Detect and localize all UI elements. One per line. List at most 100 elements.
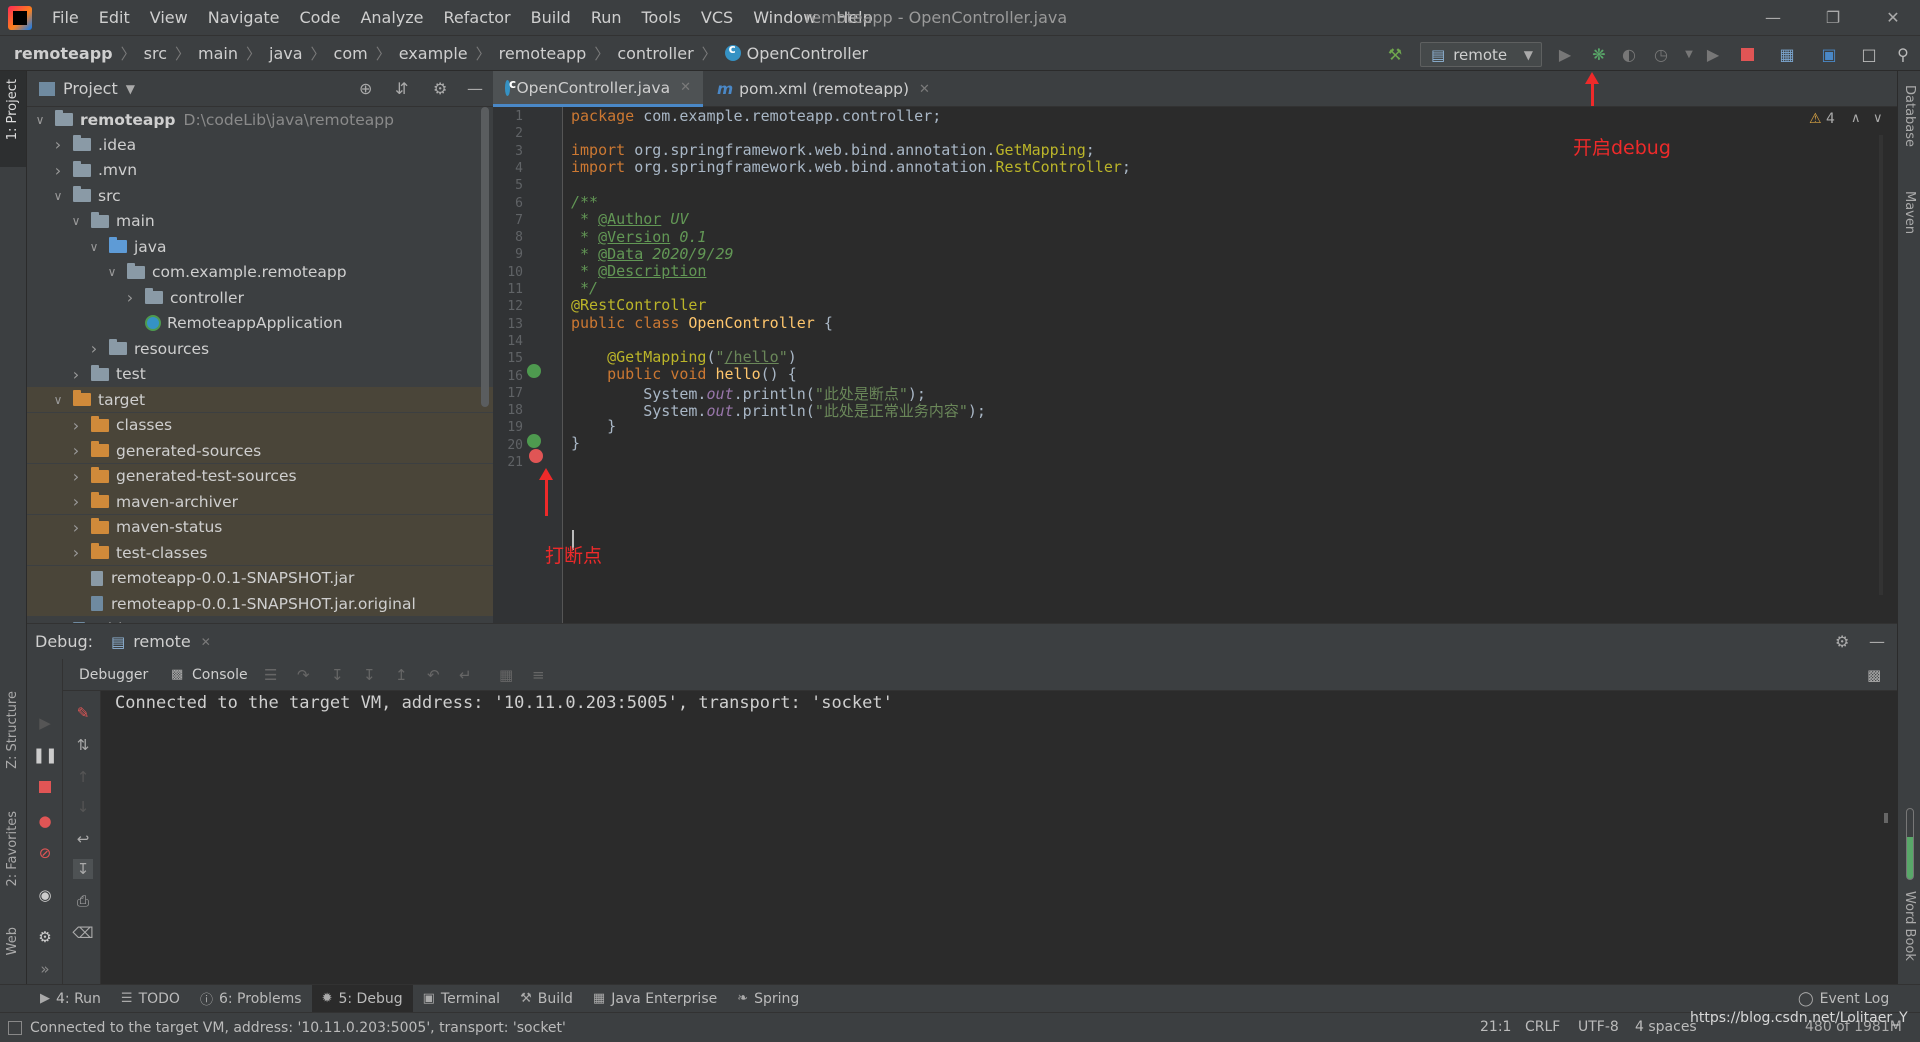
menu-navigate[interactable]: Navigate <box>198 0 290 35</box>
pause-icon[interactable]: ❚❚ <box>32 745 57 765</box>
chevron-down-icon[interactable]: ∨ <box>87 240 101 254</box>
chevron-down-icon[interactable]: ▼ <box>126 82 135 96</box>
breakpoint-icon[interactable] <box>529 449 543 463</box>
hammer-icon[interactable]: ⚒ <box>1384 44 1406 64</box>
chevron-right-icon[interactable]: › <box>123 288 137 307</box>
tree-item[interactable]: › maven-archiver <box>27 489 493 514</box>
chevron-down-icon[interactable]: ∨ <box>69 214 83 228</box>
chevron-right-icon[interactable]: › <box>51 161 65 180</box>
tab-project[interactable]: 1: Project <box>5 79 20 140</box>
evaluate-icon[interactable]: ▦ <box>499 666 513 684</box>
force-step-into-icon[interactable]: ↧ <box>363 666 376 684</box>
chevron-right-icon[interactable]: › <box>87 339 101 358</box>
tool-window-spring[interactable]: ❧ Spring <box>727 985 809 1013</box>
chevron-right-icon[interactable]: › <box>69 441 83 460</box>
chevron-up-icon[interactable]: ∧ <box>1851 111 1861 126</box>
step-out-icon[interactable]: ↥ <box>395 666 408 684</box>
tab-web[interactable]: Web <box>5 927 20 955</box>
tab-maven[interactable]: Maven <box>1902 191 1917 234</box>
tree-item[interactable]: RemoteappApplication <box>27 311 493 336</box>
trace-icon[interactable]: ≡ <box>532 666 545 684</box>
tree-item[interactable]: ∨ src <box>27 183 493 208</box>
tool-window-5-debug[interactable]: ✹ 5: Debug <box>311 984 413 1013</box>
toggle-panels-icon[interactable] <box>8 1020 22 1035</box>
chevron-right-icon[interactable]: › <box>69 467 83 486</box>
gear-icon[interactable]: ⚙ <box>1835 632 1849 651</box>
close-icon[interactable]: ✕ <box>1870 0 1916 35</box>
step-over-icon[interactable]: ↷ <box>297 666 310 684</box>
spring-bean-icon[interactable] <box>527 364 541 378</box>
event-log-button[interactable]: ◯ Event Log <box>1798 985 1889 1013</box>
spring-mapping-icon[interactable] <box>527 434 541 448</box>
translate-icon[interactable]: ▣ <box>1818 44 1840 64</box>
step-into-icon[interactable]: ↧ <box>331 666 344 684</box>
menu-edit[interactable]: Edit <box>89 0 140 35</box>
console-output[interactable]: Connected to the target VM, address: '10… <box>101 691 1897 984</box>
tree-root[interactable]: ∨ remoteapp D:\codeLib\java\remoteapp <box>27 107 493 132</box>
debug-icon[interactable]: ❋ <box>1588 44 1610 64</box>
tree-item[interactable]: › resources <box>27 336 493 361</box>
locate-icon[interactable]: ⊕ <box>359 79 372 98</box>
tree-item[interactable]: › .idea <box>27 132 493 157</box>
chevron-right-icon[interactable]: › <box>69 518 83 537</box>
breadcrumb-item[interactable]: java <box>269 44 303 63</box>
mute-breakpoints-icon[interactable]: ⊘ <box>35 843 55 863</box>
tab-database[interactable]: Database <box>1902 85 1917 147</box>
gear-icon[interactable]: ⚙ <box>35 927 55 947</box>
collapse-all-icon[interactable]: ⇵ <box>395 79 408 98</box>
debug-session-tab[interactable]: remote <box>133 632 191 651</box>
tool-window-terminal[interactable]: ▣ Terminal <box>413 985 510 1013</box>
menu-run[interactable]: Run <box>581 0 632 35</box>
gear-icon[interactable]: ⚙ <box>433 79 447 98</box>
tree-item[interactable]: remoteapp-0.0.1-SNAPSHOT.jar <box>27 565 493 591</box>
drop-frame-icon[interactable]: ↶ <box>427 666 440 684</box>
resume-icon[interactable]: ▶ <box>35 713 55 733</box>
chevron-down-icon[interactable]: ∨ <box>1873 111 1883 126</box>
trash-icon[interactable]: ⌫ <box>72 923 93 943</box>
menu-icon[interactable]: ☰ <box>264 666 277 684</box>
chevron-down-icon[interactable]: ∨ <box>51 189 65 203</box>
breadcrumb-item[interactable]: controller <box>617 44 693 63</box>
more-icon[interactable]: » <box>35 959 55 979</box>
tool-window-todo[interactable]: ☰ TODO <box>111 985 190 1013</box>
close-tab-icon[interactable]: ✕ <box>919 82 930 97</box>
chevron-right-icon[interactable]: › <box>69 543 83 562</box>
view-breakpoints-icon[interactable]: ● <box>35 811 55 831</box>
profile-icon[interactable]: ◷ <box>1650 44 1672 64</box>
tree-scrollbar[interactable] <box>481 107 489 407</box>
tree-item[interactable]: › test-classes <box>27 540 493 565</box>
tree-item[interactable]: › .mvn <box>27 158 493 183</box>
breadcrumb-item[interactable]: main <box>198 44 238 63</box>
tab-word-book[interactable]: Word Book <box>1902 891 1917 961</box>
run-small-icon[interactable]: ▶ <box>1702 44 1724 64</box>
stop-icon[interactable] <box>35 777 55 797</box>
console-scrollbar[interactable] <box>1884 813 1888 823</box>
tree-item[interactable]: remoteapp-0.0.1-SNAPSHOT.jar.original <box>27 591 493 616</box>
menu-view[interactable]: View <box>140 0 198 35</box>
breadcrumb-item[interactable]: com <box>334 44 368 63</box>
close-icon[interactable]: ✕ <box>201 635 211 649</box>
tool-window-6-problems[interactable]: ⓘ 6: Problems <box>190 985 312 1013</box>
tree-item[interactable]: › controller <box>27 285 493 310</box>
menu-code[interactable]: Code <box>290 0 351 35</box>
tab-open-controller[interactable]: OpenController.java ✕ <box>493 71 703 107</box>
tree-item[interactable]: › generated-test-sources <box>27 463 493 489</box>
chevron-right-icon[interactable]: › <box>69 492 83 511</box>
print-icon[interactable]: ⎙ <box>73 891 93 911</box>
chevron-down-icon[interactable]: ∨ <box>33 113 47 127</box>
close-tab-icon[interactable]: ✕ <box>680 80 691 95</box>
warning-icon[interactable]: ⚠ 4 <box>1809 111 1835 127</box>
tree-item[interactable]: › test <box>27 362 493 387</box>
tree-item[interactable]: ∨ com.example.remoteapp <box>27 260 493 285</box>
tree-item[interactable]: › classes <box>27 412 493 438</box>
breadcrumb-item[interactable]: example <box>399 44 468 63</box>
profile-dropdown-icon[interactable]: ▼ <box>1678 44 1700 64</box>
chevron-down-icon[interactable]: ∨ <box>105 265 119 279</box>
camera-icon[interactable]: ◉ <box>35 885 55 905</box>
editor-scrollbar[interactable] <box>1879 135 1883 595</box>
restore-layout-icon[interactable]: ▩ <box>1867 666 1881 684</box>
scroll-to-end-icon[interactable]: ↧ <box>73 859 93 879</box>
tree-item[interactable]: ∨ java <box>27 234 493 259</box>
restore-icon[interactable]: ❐ <box>1810 0 1856 35</box>
up-icon[interactable]: ↑ <box>73 767 93 787</box>
